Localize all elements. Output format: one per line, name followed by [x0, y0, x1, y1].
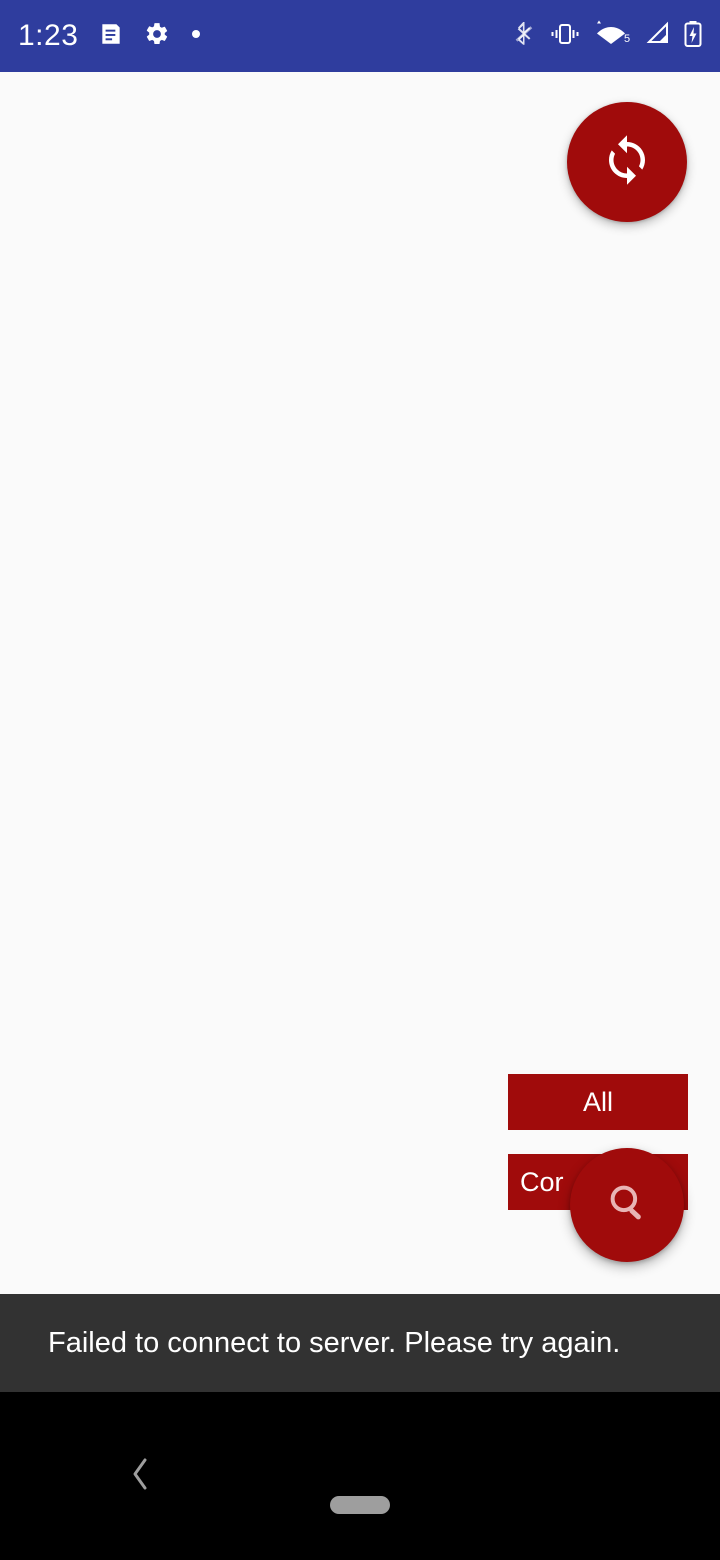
status-bar-clock: 1:23: [18, 19, 79, 52]
battery-charging-icon: [684, 20, 702, 53]
snackbar: Failed to connect to server. Please try …: [0, 1294, 720, 1392]
status-bar-left-group: 1:23: [18, 21, 202, 52]
status-bar-right-group: 5: [512, 20, 702, 53]
search-icon: [602, 1178, 652, 1233]
bluetooth-disabled-icon: [512, 20, 536, 53]
svg-text:5: 5: [624, 33, 630, 45]
back-button[interactable]: [110, 1442, 170, 1510]
wifi-icon: 5: [594, 20, 632, 53]
filter-button-all[interactable]: All: [508, 1074, 688, 1130]
main-content-area: All Cor: [0, 72, 720, 1294]
cellular-signal-icon: [646, 21, 670, 52]
chevron-left-icon: [125, 1452, 155, 1501]
system-navigation-bar: [0, 1392, 720, 1560]
search-fab-button[interactable]: [570, 1148, 684, 1262]
status-bar: 1:23 5: [0, 0, 720, 72]
phone-screen: 1:23 5 All Cor Failed to connect to serv…: [0, 0, 720, 1560]
snackbar-message: Failed to connect to server. Please try …: [48, 1326, 621, 1359]
vibrate-mode-icon: [550, 21, 580, 52]
notes-notification-icon: [98, 21, 124, 52]
sync-fab-button[interactable]: [567, 102, 687, 222]
sync-icon: [600, 133, 654, 192]
settings-gear-icon: [144, 21, 170, 52]
home-gesture-pill[interactable]: [330, 1496, 390, 1514]
dot-notification-icon: [190, 27, 202, 45]
